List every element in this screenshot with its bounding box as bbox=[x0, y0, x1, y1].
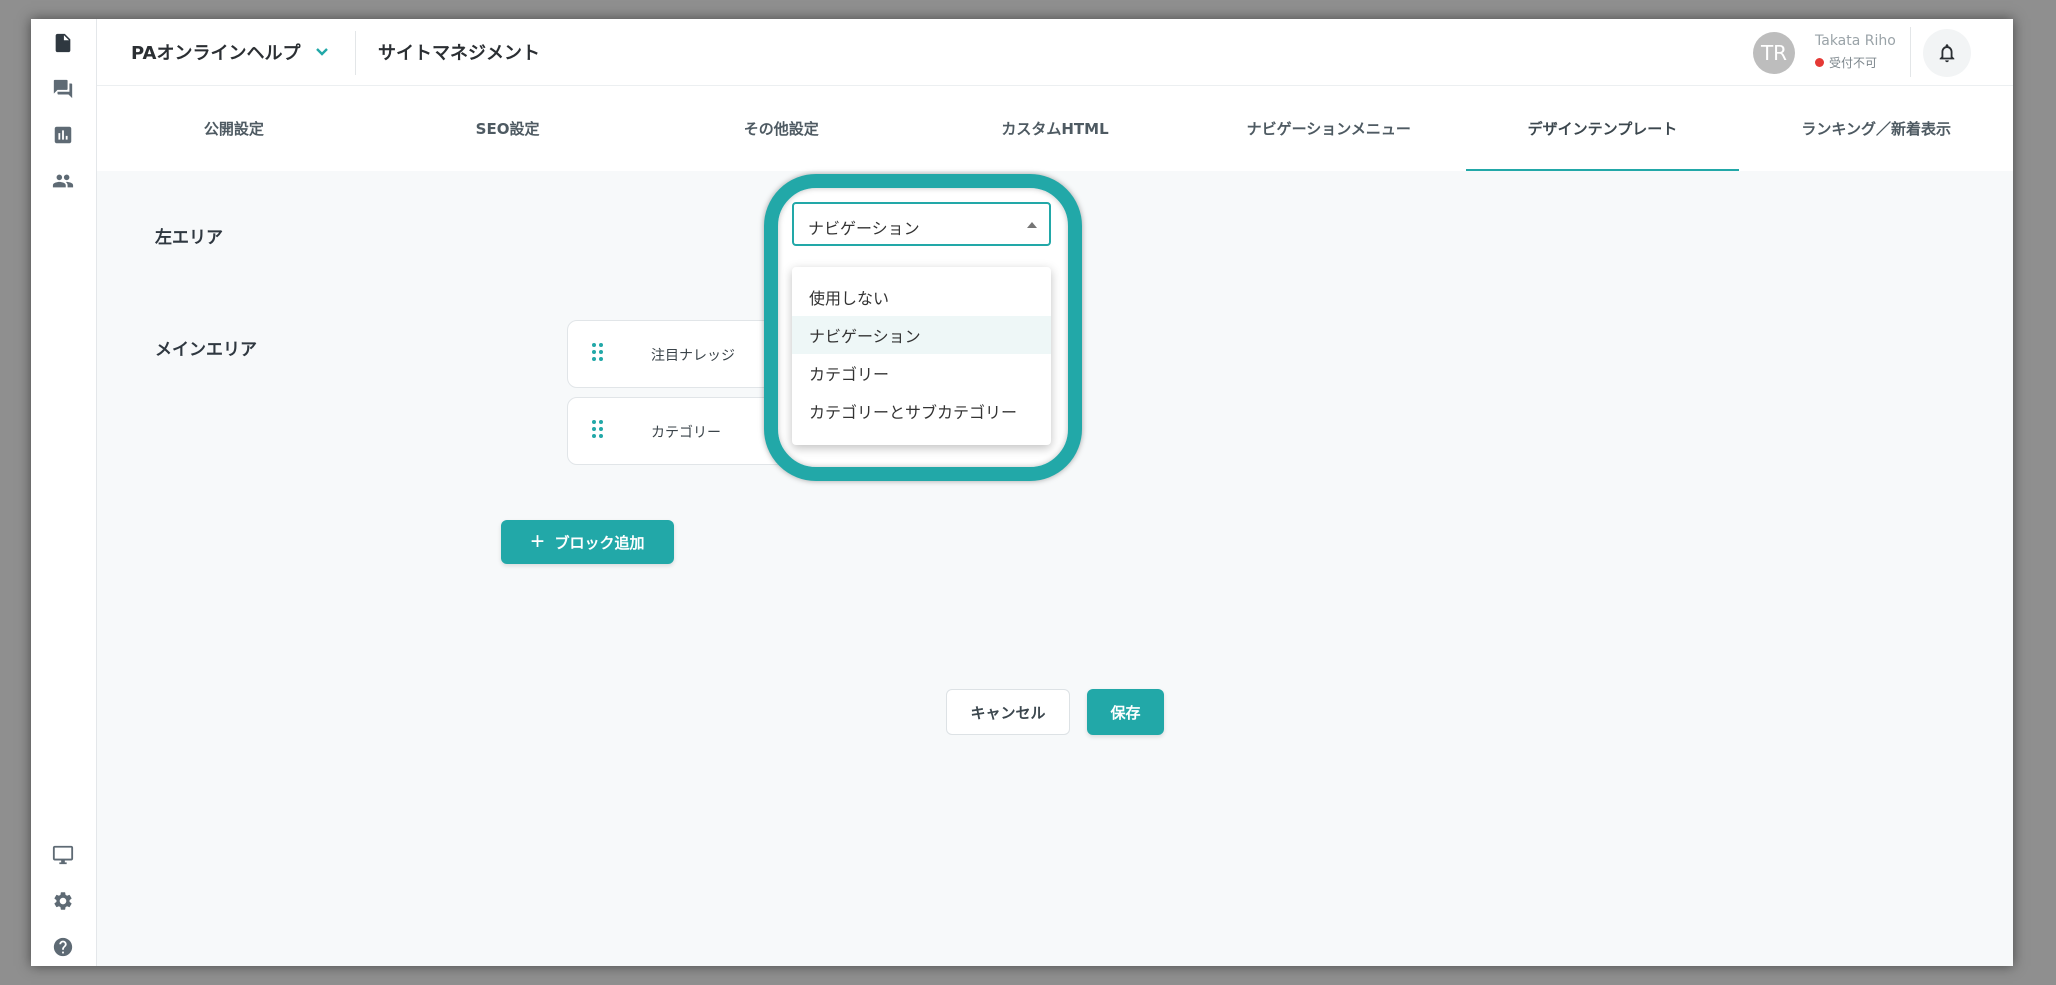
site-name: PAオンラインヘルプ bbox=[131, 43, 301, 64]
tab-publish-settings[interactable]: 公開設定 bbox=[97, 86, 371, 171]
gear-icon[interactable] bbox=[51, 889, 75, 913]
block-label: 注目ナレッジ bbox=[651, 348, 735, 364]
site-selector[interactable]: PAオンラインヘルプ bbox=[131, 39, 330, 65]
document-icon[interactable] bbox=[51, 31, 75, 55]
avatar[interactable]: TR bbox=[1753, 32, 1795, 74]
chevron-down-icon bbox=[316, 48, 329, 56]
left-area-select[interactable]: ナビゲーション bbox=[792, 202, 1051, 246]
caret-up-icon bbox=[1027, 222, 1037, 228]
user-name: Takata Riho bbox=[1815, 33, 1896, 49]
drag-handle-icon[interactable] bbox=[592, 343, 604, 365]
tab-custom-html[interactable]: カスタムHTML bbox=[918, 86, 1192, 171]
option-category-subcategory[interactable]: カテゴリーとサブカテゴリー bbox=[792, 392, 1051, 430]
user-status-text: 受付不可 bbox=[1829, 56, 1878, 70]
monitor-icon[interactable] bbox=[51, 843, 75, 867]
plus-icon: + bbox=[530, 528, 545, 555]
select-menu: 使用しない ナビゲーション カテゴリー カテゴリーとサブカテゴリー bbox=[792, 267, 1051, 445]
add-block-button[interactable]: + ブロック追加 bbox=[501, 520, 674, 564]
block-label: カテゴリー bbox=[651, 425, 721, 441]
help-icon[interactable] bbox=[51, 935, 75, 959]
add-block-label: ブロック追加 bbox=[554, 534, 645, 552]
option-category[interactable]: カテゴリー bbox=[792, 354, 1051, 392]
chat-icon[interactable] bbox=[51, 77, 75, 101]
drag-handle-icon[interactable] bbox=[592, 420, 604, 442]
icon-rail bbox=[31, 19, 97, 966]
people-icon[interactable] bbox=[51, 169, 75, 193]
chart-icon[interactable] bbox=[51, 123, 75, 147]
notification-button[interactable] bbox=[1923, 29, 1971, 77]
cancel-button[interactable]: キャンセル bbox=[946, 689, 1070, 735]
tab-navigation-menu[interactable]: ナビゲーションメニュー bbox=[1192, 86, 1466, 171]
header-divider bbox=[1910, 27, 1911, 77]
left-area-label: 左エリア bbox=[155, 228, 223, 248]
tab-design-template[interactable]: デザインテンプレート bbox=[1465, 86, 1740, 171]
option-navigation[interactable]: ナビゲーション bbox=[792, 316, 1051, 354]
main-area-label: メインエリア bbox=[155, 340, 257, 360]
select-value: ナビゲーション bbox=[808, 219, 920, 238]
tab-seo-settings[interactable]: SEO設定 bbox=[371, 86, 645, 171]
app-window: PAオンラインヘルプ サイトマネジメント TR Takata Riho 受付不可… bbox=[31, 19, 2013, 966]
bell-icon bbox=[1939, 44, 1955, 63]
user-status: 受付不可 bbox=[1815, 54, 1877, 71]
page-title: サイトマネジメント bbox=[378, 43, 540, 64]
status-dot-icon bbox=[1815, 58, 1824, 67]
settings-tabs: 公開設定 SEO設定 その他設定 カスタムHTML ナビゲーションメニュー デザ… bbox=[97, 86, 2013, 171]
tab-ranking-new[interactable]: ランキング／新着表示 bbox=[1739, 86, 2013, 171]
option-none[interactable]: 使用しない bbox=[792, 278, 1051, 316]
header-divider bbox=[355, 31, 356, 75]
save-button[interactable]: 保存 bbox=[1087, 689, 1164, 735]
top-header: PAオンラインヘルプ サイトマネジメント TR Takata Riho 受付不可 bbox=[97, 19, 2013, 86]
tab-other-settings[interactable]: その他設定 bbox=[644, 86, 918, 171]
